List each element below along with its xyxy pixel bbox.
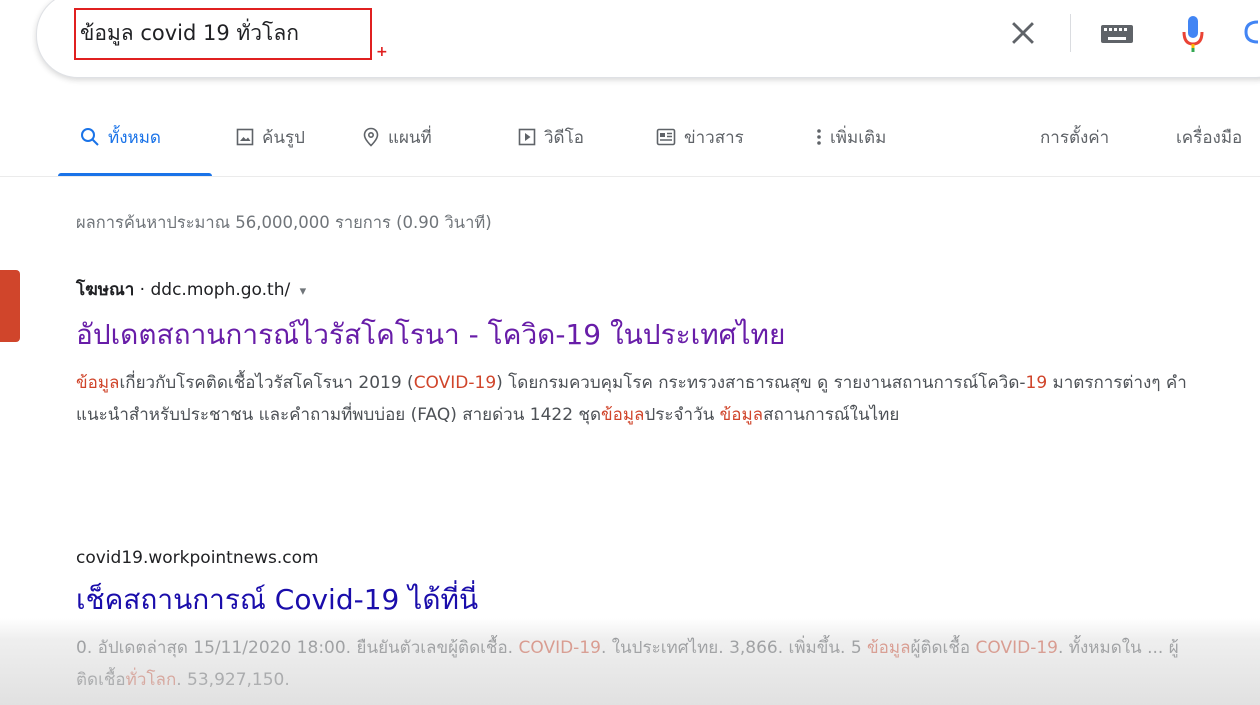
tab-more-label: เพิ่มเติม	[830, 127, 887, 148]
keyboard-icon[interactable]	[1100, 24, 1134, 44]
result-snippet: 0. อัปเดตล่าสุด 15/11/2020 18:00. ยืนยัน…	[76, 632, 1196, 696]
dropdown-arrow-icon[interactable]: ▾	[300, 284, 307, 299]
google-lens-icon[interactable]	[1238, 12, 1260, 52]
ad-label: โฆษณา	[76, 280, 135, 300]
searchbar-divider	[1070, 14, 1071, 52]
tab-tools[interactable]: เครื่องมือ	[1176, 122, 1242, 152]
snippet-text: . 53,927,150.	[176, 670, 290, 690]
tab-tools-label: เครื่องมือ	[1176, 127, 1243, 148]
tabs-divider	[0, 176, 1260, 177]
snippet-highlight: COVID-19	[413, 373, 497, 393]
snippet-text: สถานการณ์ในไทย	[763, 405, 900, 425]
tab-settings-label: การตั้งค่า	[1040, 127, 1110, 148]
result-url-line: โฆษณา · ddc.moph.go.th/ ▾	[76, 276, 1196, 303]
snippet-highlight: ข้อมูล	[601, 405, 645, 425]
snippet-text: เกี่ยวกับโรคติดเชื้อไวรัสโคโรนา 2019 (	[119, 373, 414, 393]
tab-images[interactable]: ค้นรูป	[236, 122, 305, 152]
cursor-crosshair: +	[376, 44, 388, 60]
snippet-text: 0. อัปเดตล่าสุด 15/11/2020 18:00. ยืนยัน…	[76, 638, 519, 658]
tab-all[interactable]: ทั้งหมด	[80, 122, 161, 152]
microphone-icon[interactable]	[1180, 8, 1206, 58]
tab-videos[interactable]: วิดีโอ	[518, 122, 584, 152]
result-url[interactable]: ddc.moph.go.th/	[151, 280, 291, 300]
tab-more[interactable]: เพิ่มเติม	[816, 122, 886, 152]
ad-marker	[0, 270, 20, 342]
search-result-ad: โฆษณา · ddc.moph.go.th/ ▾ อัปเดตสถานการณ…	[76, 276, 1196, 431]
snippet-highlight: ทั่วโลก	[125, 670, 177, 690]
snippet-text: ผู้ติดเชื้อ	[910, 638, 976, 658]
url-separator: ·	[134, 280, 151, 300]
news-icon	[656, 128, 676, 146]
tab-news-label: ข่าวสาร	[684, 127, 744, 148]
tab-maps-label: แผนที่	[388, 127, 432, 148]
snippet-highlight: 19	[1025, 373, 1048, 393]
snippet-highlight: COVID-19	[975, 638, 1058, 658]
result-title-link[interactable]: เช็คสถานการณ์ Covid-19 ได้ที่นี่	[76, 578, 1196, 622]
image-icon	[236, 128, 254, 146]
search-icon	[81, 128, 99, 146]
map-pin-icon	[363, 127, 379, 147]
result-url[interactable]: covid19.workpointnews.com	[76, 548, 1196, 568]
search-input[interactable]: ข้อมูล covid 19 ทั่วโลก	[80, 17, 299, 50]
search-result: covid19.workpointnews.com เช็คสถานการณ์ …	[76, 548, 1196, 696]
snippet-highlight: ข้อมูล	[76, 373, 120, 393]
tab-videos-label: วิดีโอ	[544, 127, 584, 148]
tab-news[interactable]: ข่าวสาร	[656, 122, 744, 152]
result-stats: ผลการค้นหาประมาณ 56,000,000 รายการ (0.90…	[76, 213, 492, 232]
tab-all-label: ทั้งหมด	[108, 127, 161, 148]
close-icon[interactable]	[1006, 16, 1040, 50]
snippet-text: . ในประเทศไทย. 3,866. เพิ่มขึ้น. 5	[600, 638, 868, 658]
snippet-text: ประจำวัน	[644, 405, 720, 425]
snippet-highlight: ข้อมูล	[719, 405, 764, 425]
tab-maps[interactable]: แผนที่	[362, 122, 432, 152]
snippet-highlight: COVID-19	[518, 638, 601, 658]
result-title-link[interactable]: อัปเดตสถานการณ์ไวรัสโคโรนา - โควิด-19 ใน…	[76, 313, 1196, 357]
snippet-highlight: ข้อมูล	[867, 638, 911, 658]
tab-settings[interactable]: การตั้งค่า	[1040, 122, 1109, 152]
result-snippet: ข้อมูลเกี่ยวกับโรคติดเชื้อไวรัสโคโรนา 20…	[76, 367, 1196, 431]
more-vert-icon	[817, 129, 821, 145]
snippet-text: ) โดยกรมควบคุมโรค กระทรวงสาธารณสุข ดู รา…	[496, 373, 1026, 393]
video-play-icon	[518, 128, 536, 146]
tab-images-label: ค้นรูป	[262, 127, 305, 148]
search-tabs: ทั้งหมด ค้นรูป แผนที่ วิดีโอ ข่าวสาร เพิ…	[0, 110, 1260, 177]
